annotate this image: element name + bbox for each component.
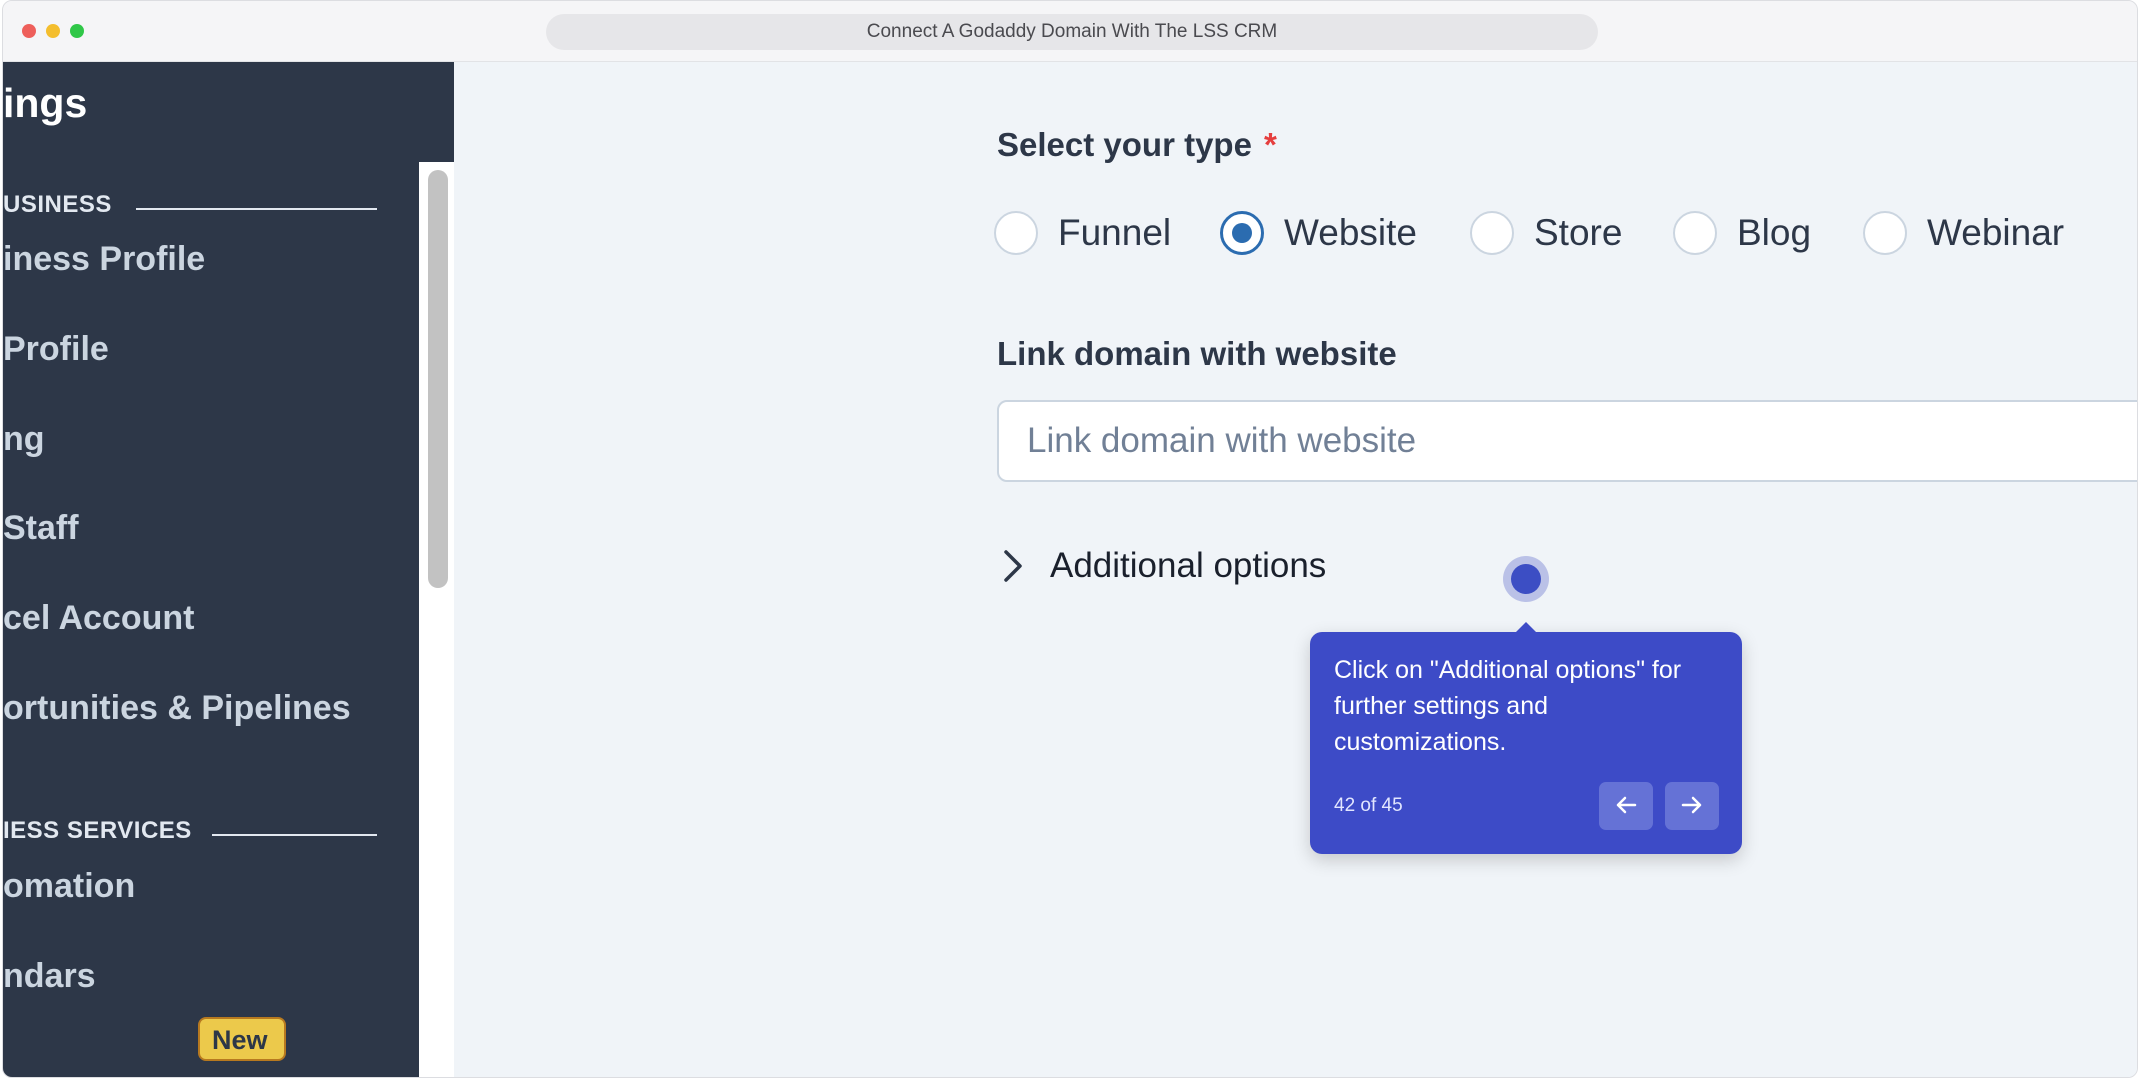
radio-store[interactable]: Store bbox=[1470, 208, 1622, 258]
section-divider bbox=[136, 208, 377, 210]
radio-label: Store bbox=[1534, 212, 1623, 253]
title-bar: Connect A Godaddy Domain With The LSS CR… bbox=[3, 1, 2137, 62]
section-divider bbox=[212, 834, 377, 836]
sidebar-item-staff[interactable]: Staff bbox=[3, 509, 79, 548]
sidebar-nav: USINESS iness Profile Profile ng Staff c… bbox=[3, 162, 419, 1077]
additional-options-toggle[interactable]: Additional options bbox=[1002, 541, 1326, 591]
sidebar-title: ings bbox=[3, 80, 88, 126]
radio-funnel[interactable]: Funnel bbox=[994, 208, 1171, 258]
close-window-button[interactable] bbox=[22, 24, 36, 38]
sidebar-scroll-area: USINESS iness Profile Profile ng Staff c… bbox=[3, 162, 454, 1077]
link-domain-label: Link domain with website bbox=[997, 335, 1397, 372]
radio-website[interactable]: Website bbox=[1220, 208, 1417, 258]
tooltip-text: Click on "Additional options" for furthe… bbox=[1334, 656, 1682, 756]
sidebar-scrollbar[interactable] bbox=[428, 170, 448, 588]
radio-blog[interactable]: Blog bbox=[1673, 208, 1811, 258]
settings-sidebar: ings USINESS iness Profile Profile ng St… bbox=[3, 62, 454, 1077]
additional-options-label[interactable]: Additional options bbox=[1050, 546, 1326, 586]
sidebar-header: ings bbox=[3, 62, 454, 162]
link-domain-input[interactable] bbox=[997, 400, 2137, 482]
radio-button-selected[interactable] bbox=[1220, 211, 1264, 255]
section-heading-business: USINESS bbox=[3, 191, 112, 218]
sidebar-item-opportunities-pipelines[interactable]: ortunities & Pipelines bbox=[3, 689, 351, 728]
type-label-text: Select your type bbox=[997, 126, 1252, 163]
tooltip-step-counter: 42 of 45 bbox=[1334, 795, 1403, 816]
radio-label: Blog bbox=[1737, 212, 1812, 253]
section-heading-business-services: IESS SERVICES bbox=[3, 817, 192, 844]
type-field-label: Select your type * bbox=[997, 126, 1277, 164]
maximize-window-button[interactable] bbox=[70, 24, 84, 38]
radio-button[interactable] bbox=[994, 211, 1038, 255]
radio-webinar[interactable]: Webinar bbox=[1863, 208, 2064, 258]
radio-button[interactable] bbox=[1863, 211, 1907, 255]
sidebar-item-cancel-account[interactable]: cel Account bbox=[3, 599, 194, 638]
sidebar-item-automation[interactable]: omation bbox=[3, 867, 135, 906]
sidebar-item-business-profile[interactable]: iness Profile bbox=[3, 240, 205, 279]
chevron-right-icon[interactable] bbox=[1002, 546, 1038, 586]
next-step-button[interactable] bbox=[1665, 782, 1719, 830]
radio-label: Webinar bbox=[1927, 212, 2065, 253]
walkthrough-tooltip: Click on "Additional options" for furthe… bbox=[1310, 622, 1742, 854]
previous-step-button[interactable] bbox=[1599, 782, 1653, 830]
sidebar-item-calendars[interactable]: ndars bbox=[3, 957, 96, 996]
required-mark: * bbox=[1263, 126, 1277, 163]
browser-window: Connect A Godaddy Domain With The LSS CR… bbox=[2, 0, 2138, 1078]
arrow-right-icon bbox=[1681, 795, 1703, 818]
page-content: ings USINESS iness Profile Profile ng St… bbox=[3, 62, 2137, 1077]
arrow-left-icon bbox=[1615, 795, 1637, 818]
sidebar-item-billing[interactable]: ng bbox=[3, 420, 45, 459]
radio-label: Website bbox=[1284, 212, 1417, 253]
window-title: Connect A Godaddy Domain With The LSS CR… bbox=[546, 14, 1598, 50]
main-panel: Select your type * Funnel Website Store B… bbox=[456, 62, 2137, 1077]
radio-label: Funnel bbox=[1058, 212, 1172, 253]
radio-button[interactable] bbox=[1673, 211, 1717, 255]
click-hotspot-indicator bbox=[1503, 556, 1549, 602]
sidebar-item-profile[interactable]: Profile bbox=[3, 330, 109, 369]
radio-button[interactable] bbox=[1470, 211, 1514, 255]
new-badge: New bbox=[198, 1017, 286, 1061]
minimize-window-button[interactable] bbox=[46, 24, 60, 38]
